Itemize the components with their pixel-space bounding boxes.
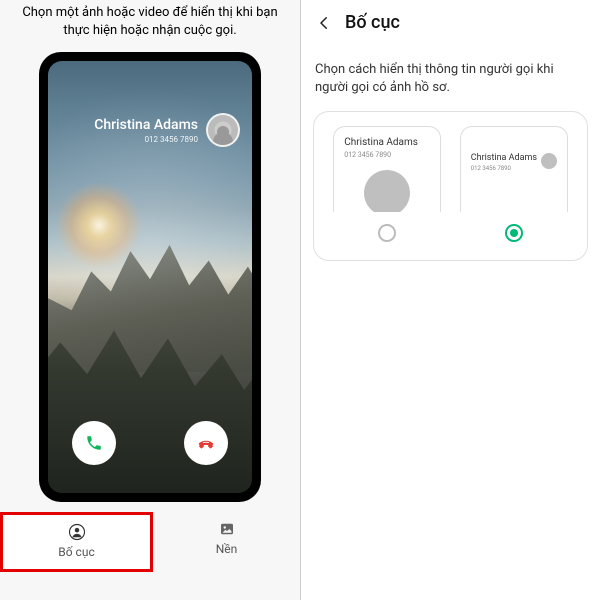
phone-preview: Christina Adams 012 3456 7890 — [39, 52, 261, 502]
person-icon — [68, 523, 86, 541]
opt-small-avatar — [541, 153, 557, 169]
tab-background[interactable]: Nền — [153, 512, 300, 566]
caller-info: Christina Adams 012 3456 7890 — [94, 113, 240, 147]
phone-accept-icon — [85, 434, 103, 452]
caller-name: Christina Adams — [94, 117, 198, 133]
radio-layout-large[interactable] — [378, 224, 396, 242]
header: Bố cục — [313, 0, 588, 41]
radio-layout-small[interactable] — [505, 224, 523, 242]
tab-layout[interactable]: Bố cục — [0, 512, 153, 572]
tab-background-label: Nền — [216, 542, 238, 556]
layout-options-card: Christina Adams 012 3456 7890 Christina … — [313, 111, 588, 261]
opt-caller-name: Christina Adams — [344, 137, 418, 148]
bottom-tabs: Bố cục Nền — [0, 512, 300, 600]
opt-large-avatar — [364, 170, 410, 212]
caller-number: 012 3456 7890 — [94, 135, 198, 144]
page-title: Bố cục — [345, 12, 400, 33]
phone-decline-icon — [197, 434, 215, 452]
page-description: Chọn cách hiển thị thông tin người gọi k… — [313, 41, 588, 111]
layout-option-small-preview: Christina Adams 012 3456 7890 — [460, 126, 568, 212]
layout-option-small[interactable]: Christina Adams 012 3456 7890 — [460, 126, 568, 242]
tab-layout-label: Bố cục — [58, 545, 94, 559]
opt-caller-number: 012 3456 7890 — [344, 151, 391, 159]
phone-screen: Christina Adams 012 3456 7890 — [48, 61, 252, 493]
caller-avatar — [206, 113, 240, 147]
intro-text: Chọn một ảnh hoặc video để hiển thị khi … — [0, 0, 300, 48]
opt-caller-name: Christina Adams — [471, 153, 537, 163]
layout-option-large-preview: Christina Adams 012 3456 7890 — [333, 126, 441, 212]
back-icon[interactable] — [315, 14, 333, 32]
opt-caller-number: 012 3456 7890 — [471, 165, 511, 172]
layout-option-large[interactable]: Christina Adams 012 3456 7890 — [333, 126, 441, 242]
image-icon — [218, 520, 236, 538]
layout-settings-panel: Bố cục Chọn cách hiển thị thông tin ngườ… — [300, 0, 600, 600]
preview-panel: Chọn một ảnh hoặc video để hiển thị khi … — [0, 0, 300, 600]
